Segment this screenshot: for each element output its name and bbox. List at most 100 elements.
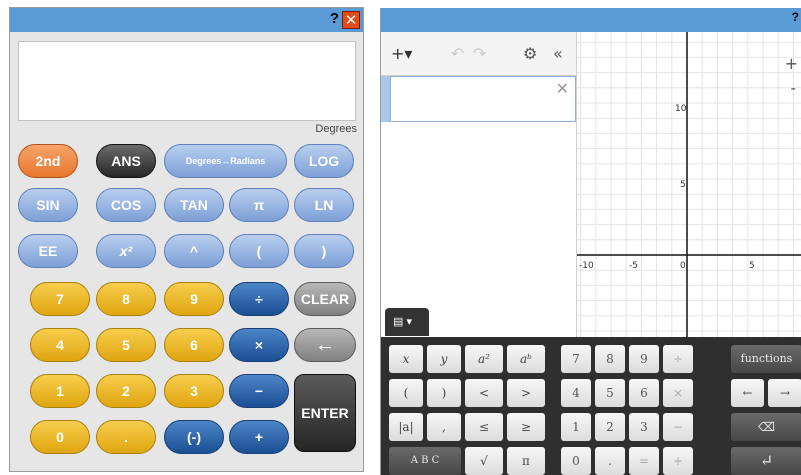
second-button[interactable]: 2nd <box>18 144 78 178</box>
key-9[interactable]: 9 <box>629 345 659 373</box>
key-4[interactable]: 4 <box>561 379 591 407</box>
key-sqrt[interactable]: √ <box>465 447 503 475</box>
help-icon[interactable]: ? <box>330 10 339 27</box>
enter-icon[interactable]: ↵ <box>731 447 801 475</box>
divide-button[interactable]: ÷ <box>229 282 289 316</box>
key-2[interactable]: 2 <box>595 413 625 441</box>
keyboard-toggle-button[interactable]: ▤ ▾ <box>385 308 429 336</box>
y-tick-label: 10 <box>675 104 687 114</box>
digit-2-button[interactable]: 2 <box>96 374 156 408</box>
delete-expression-icon[interactable]: ✕ <box>556 79 569 99</box>
key-plus[interactable]: + <box>663 447 693 475</box>
key-square[interactable]: a² <box>465 345 503 373</box>
right-paren-button[interactable]: ) <box>294 234 354 268</box>
key-7[interactable]: 7 <box>561 345 591 373</box>
decimal-button[interactable]: . <box>96 420 156 454</box>
expression-toolbar: +▾ ↶ ↷ ⚙ « <box>381 32 577 76</box>
x-tick-label: -5 <box>629 261 638 271</box>
negate-button[interactable]: (-) <box>164 420 224 454</box>
key-decimal[interactable]: . <box>595 447 625 475</box>
key-6[interactable]: 6 <box>629 379 659 407</box>
digit-9-button[interactable]: 9 <box>164 282 224 316</box>
left-arrow-button[interactable]: ← <box>731 379 764 407</box>
degrees-radians-button[interactable]: Degrees↔Radians <box>164 144 287 178</box>
calculator-display[interactable] <box>18 41 356 121</box>
expression-index-tab[interactable] <box>381 76 390 122</box>
graph-plot-area[interactable]: -10 -5 0 5 10 5 -5 <box>577 32 801 348</box>
settings-gear-icon[interactable]: ⚙ <box>523 44 537 63</box>
grid-lines <box>577 32 801 348</box>
key-less-than[interactable]: < <box>465 379 503 407</box>
right-arrow-button[interactable]: → <box>768 379 801 407</box>
sin-button[interactable]: SIN <box>18 188 78 222</box>
undo-icon[interactable]: ↶ <box>451 44 464 63</box>
key-x[interactable]: x <box>389 345 423 373</box>
tan-button[interactable]: TAN <box>164 188 224 222</box>
scientific-calculator: ? ✕ Degrees 2nd ANS Degrees↔Radians LOG … <box>9 7 364 472</box>
key-y[interactable]: y <box>427 345 461 373</box>
digit-5-button[interactable]: 5 <box>96 328 156 362</box>
key-greater-than[interactable]: > <box>507 379 545 407</box>
functions-button[interactable]: functions <box>731 345 801 373</box>
help-icon[interactable]: ? <box>792 10 799 24</box>
graph-grid: -10 -5 0 5 10 5 -5 <box>577 32 801 348</box>
key-comma[interactable]: , <box>427 413 461 441</box>
add-item-button[interactable]: +▾ <box>391 44 412 63</box>
digit-6-button[interactable]: 6 <box>164 328 224 362</box>
key-abc[interactable]: A B C <box>389 447 461 475</box>
key-multiply[interactable]: × <box>663 379 693 407</box>
digit-0-button[interactable]: 0 <box>30 420 90 454</box>
enter-button[interactable]: ENTER <box>294 374 356 452</box>
zoom-in-button[interactable]: + <box>785 54 798 73</box>
graphing-calculator: ? +▾ ↶ ↷ ⚙ « ✕ -10 -5 0 5 10 5 -5 <box>380 8 801 475</box>
key-5[interactable]: 5 <box>595 379 625 407</box>
x-tick-label: -10 <box>579 261 594 271</box>
digit-3-button[interactable]: 3 <box>164 374 224 408</box>
digit-7-button[interactable]: 7 <box>30 282 90 316</box>
backspace-button[interactable]: ← <box>294 328 356 362</box>
key-equals[interactable]: = <box>629 447 659 475</box>
close-icon[interactable]: ✕ <box>342 11 360 29</box>
backspace-icon[interactable]: ⌫ <box>731 413 801 441</box>
ee-button[interactable]: EE <box>18 234 78 268</box>
key-minus[interactable]: − <box>663 413 693 441</box>
digit-1-button[interactable]: 1 <box>30 374 90 408</box>
zoom-out-button[interactable]: - <box>791 80 796 98</box>
graphing-titlebar: ? <box>381 8 801 32</box>
key-less-equal[interactable]: ≤ <box>465 413 503 441</box>
key-8[interactable]: 8 <box>595 345 625 373</box>
x-tick-label: 0 <box>680 261 686 271</box>
ans-button[interactable]: ANS <box>96 144 156 178</box>
key-1[interactable]: 1 <box>561 413 591 441</box>
minus-button[interactable]: − <box>229 374 289 408</box>
calculator-titlebar: ? ✕ <box>10 8 363 32</box>
digit-8-button[interactable]: 8 <box>96 282 156 316</box>
power-button[interactable]: ^ <box>164 234 224 268</box>
clear-button[interactable]: CLEAR <box>294 282 356 316</box>
key-3[interactable]: 3 <box>629 413 659 441</box>
redo-icon[interactable]: ↷ <box>473 44 486 63</box>
key-greater-equal[interactable]: ≥ <box>507 413 545 441</box>
math-keypad: x y a² aᵇ ( ) < > |a| , ≤ ≥ A B C √ π 7 … <box>381 337 801 475</box>
ln-button[interactable]: LN <box>294 188 354 222</box>
expression-input[interactable]: ✕ <box>390 76 576 122</box>
log-button[interactable]: LOG <box>294 144 354 178</box>
plus-button[interactable]: + <box>229 420 289 454</box>
key-right-paren[interactable]: ) <box>427 379 461 407</box>
left-paren-button[interactable]: ( <box>229 234 289 268</box>
square-button[interactable]: x² <box>96 234 156 268</box>
key-0[interactable]: 0 <box>561 447 591 475</box>
key-divide[interactable]: ÷ <box>663 345 693 373</box>
digit-4-button[interactable]: 4 <box>30 328 90 362</box>
cos-button[interactable]: COS <box>96 188 156 222</box>
key-power[interactable]: aᵇ <box>507 345 545 373</box>
x-tick-label: 5 <box>749 261 755 271</box>
angle-mode-label: Degrees <box>315 123 357 135</box>
multiply-button[interactable]: × <box>229 328 289 362</box>
key-absolute-value[interactable]: |a| <box>389 413 423 441</box>
collapse-list-icon[interactable]: « <box>553 44 563 63</box>
key-pi[interactable]: π <box>507 447 545 475</box>
pi-button[interactable]: π <box>229 188 289 222</box>
y-tick-label: 5 <box>680 180 686 190</box>
key-left-paren[interactable]: ( <box>389 379 423 407</box>
